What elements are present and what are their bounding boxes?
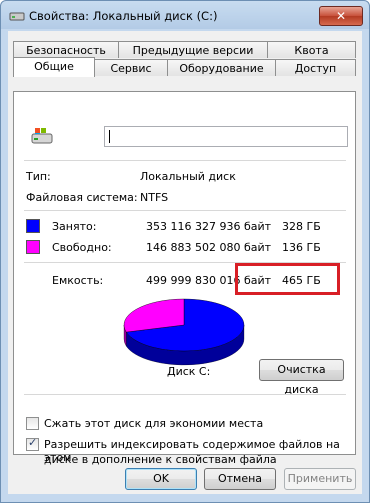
title-bar[interactable]: Свойства: Локальный диск (C:) ✕ [1,1,369,31]
free-label: Свободно: [52,241,112,254]
checkmark-icon: ✓ [28,436,38,449]
index-label-line2: диске в дополнение к свойствам файла [44,453,277,466]
tab-quota[interactable]: Квота [267,41,356,58]
free-space-swatch [26,240,40,254]
drive-icon [9,12,25,21]
close-button[interactable]: ✕ [319,6,363,26]
file-system-value: NTFS [140,191,169,204]
ok-button[interactable]: OK [125,468,197,490]
disk-cleanup-button[interactable]: Очистка диска [259,359,344,396]
free-bytes: 146 883 502 080 байт [146,241,272,254]
drive-name-input[interactable] [104,126,348,147]
disk-label: Диск C: [167,365,211,378]
index-checkbox[interactable]: ✓ [26,436,39,451]
highlight-box [235,263,340,295]
apply-button: Применить [284,468,356,490]
separator [24,210,346,211]
tab-previous-versions[interactable]: Предыдущие версии [118,41,268,58]
text-cursor [109,130,110,143]
file-system-label: Файловая система: [26,191,138,204]
free-gb: 136 ГБ [282,241,321,254]
drive-icon [31,128,53,144]
used-space-swatch [26,219,40,233]
window-title: Свойства: Локальный диск (C:) [29,9,218,23]
cancel-button[interactable]: Отмена [204,468,276,490]
tab-security[interactable]: Безопасность [13,41,119,58]
type-value: Локальный диск [140,170,236,183]
compress-checkbox[interactable] [26,417,39,430]
used-bytes: 353 116 327 936 байт [146,220,272,233]
used-gb: 328 ГБ [282,220,321,233]
separator [24,394,346,395]
capacity-label: Емкость: [52,274,104,287]
tab-general[interactable]: Общие [13,57,95,77]
properties-window: Свойства: Локальный диск (C:) ✕ Безопасн… [0,0,370,503]
used-label: Занято: [52,220,97,233]
tab-sharing[interactable]: Доступ [275,59,356,76]
tab-hardware[interactable]: Оборудование [167,59,276,76]
tab-tools[interactable]: Сервис [94,59,168,76]
compress-label: Сжать этот диск для экономии места [44,417,264,430]
type-label: Тип: [26,170,51,183]
disk-usage-pie-chart [123,298,245,366]
separator [24,160,346,161]
